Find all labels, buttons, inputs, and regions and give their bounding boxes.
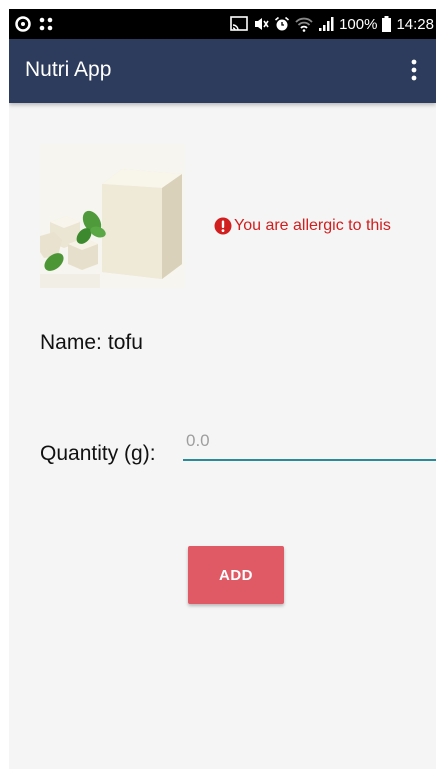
- more-vert-icon[interactable]: [402, 57, 426, 85]
- quantity-field[interactable]: [183, 427, 436, 461]
- food-image: [40, 144, 185, 288]
- mute-icon: [255, 18, 269, 30]
- battery-icon: [382, 16, 392, 32]
- allergy-warning: You are allergic to this: [214, 217, 391, 235]
- status-right-icons: 100% 14:28: [230, 14, 434, 34]
- app-screen: 100% 14:28 Nutri App You are allergic to…: [9, 9, 436, 769]
- error-icon: [214, 217, 232, 235]
- quantity-label: Quantity (g):: [40, 442, 156, 465]
- signal-icon: [319, 16, 334, 31]
- status-left-icons: [15, 15, 53, 33]
- add-button[interactable]: ADD: [188, 546, 284, 604]
- app-title: Nutri App: [25, 58, 112, 81]
- sync-icon: [15, 16, 31, 32]
- quantity-input[interactable]: [183, 427, 436, 451]
- app-grid-icon: [39, 17, 53, 31]
- status-bar: 100% 14:28: [9, 9, 436, 39]
- allergy-warning-text: You are allergic to this: [234, 217, 391, 234]
- battery-percent: 100%: [339, 15, 378, 33]
- food-name-row: Name: tofu: [40, 331, 143, 355]
- cast-icon: [230, 16, 248, 31]
- name-label: Name:: [40, 331, 102, 354]
- wifi-icon: [295, 17, 313, 32]
- name-value: tofu: [107, 331, 143, 354]
- app-bar: Nutri App: [9, 39, 436, 103]
- status-time: 14:28: [396, 15, 434, 33]
- tofu-photo: [40, 144, 185, 288]
- alarm-icon: [275, 16, 290, 31]
